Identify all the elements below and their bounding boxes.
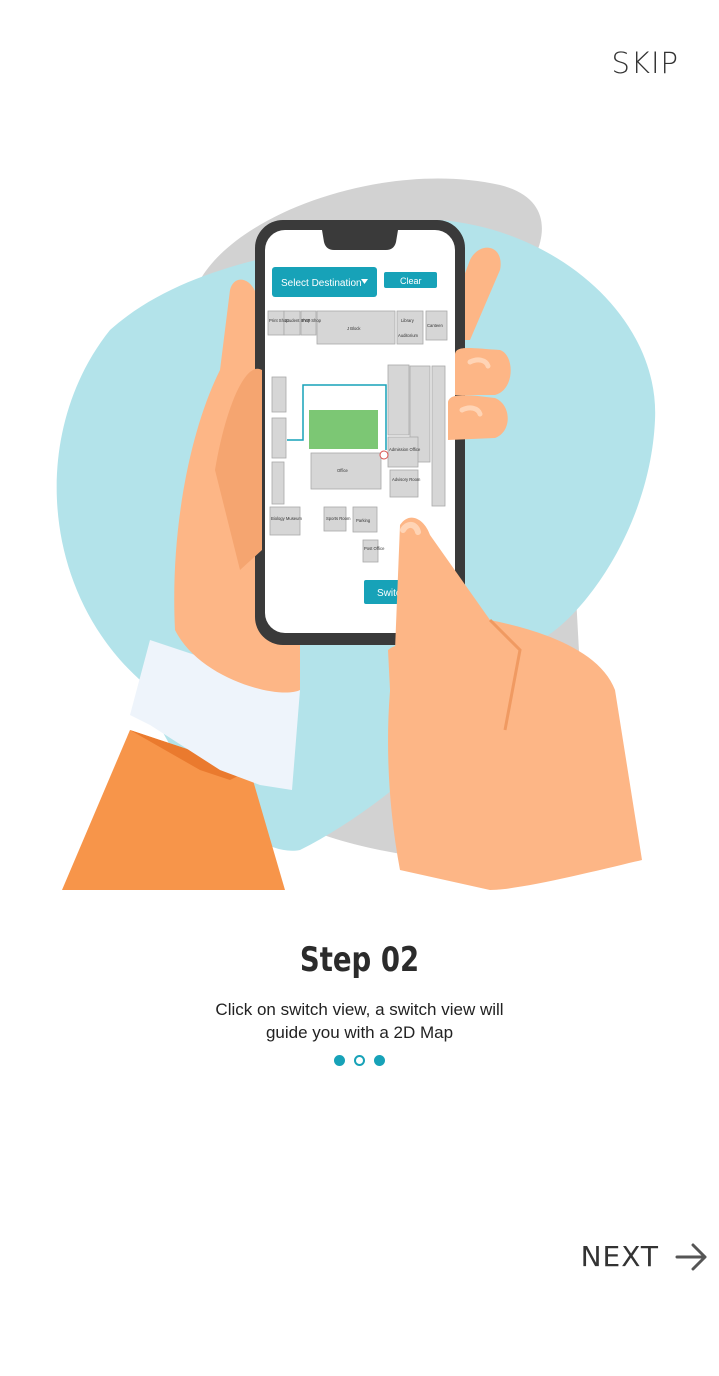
skip-button[interactable]: SKIP <box>612 46 679 80</box>
svg-text:Post Office: Post Office <box>364 546 385 551</box>
svg-text:Auditorium: Auditorium <box>398 333 419 338</box>
phone-notch <box>322 230 398 250</box>
svg-text:Library: Library <box>401 318 415 323</box>
finger-2 <box>448 395 508 440</box>
svg-text:Office: Office <box>337 468 349 473</box>
svg-text:Sports Room: Sports Room <box>326 516 351 521</box>
step-description: Click on switch view, a switch view will… <box>0 998 719 1044</box>
arrow-right-icon <box>675 1242 709 1272</box>
step-description-line-2: guide you with a 2D Map <box>265 1023 454 1042</box>
page-dot-3[interactable] <box>374 1055 385 1066</box>
green-zone <box>309 410 378 449</box>
svg-text:Biology Museum: Biology Museum <box>271 516 302 521</box>
pagination-dots <box>0 1055 719 1066</box>
onboarding-illustration: Select Destination Clear Print Shop Stud… <box>0 170 719 900</box>
select-destination-label: Select Destination <box>281 278 362 289</box>
svg-text:Admission Office: Admission Office <box>389 447 421 452</box>
page-dot-1[interactable] <box>334 1055 345 1066</box>
svg-text:FYP Shop: FYP Shop <box>302 318 322 323</box>
next-label: NEXT <box>580 1240 659 1273</box>
page-dot-2[interactable] <box>354 1055 365 1066</box>
svg-text:J Block: J Block <box>347 326 361 331</box>
svg-text:Parking: Parking <box>356 518 371 523</box>
finger-1 <box>455 347 511 395</box>
clear-label: Clear <box>400 276 422 286</box>
next-button[interactable]: NEXT <box>581 1240 709 1273</box>
step-description-line-1: Click on switch view, a switch view will <box>215 1000 504 1019</box>
svg-text:Canteen: Canteen <box>427 323 444 328</box>
step-title: Step 02 <box>299 940 420 980</box>
svg-text:Advisory Room: Advisory Room <box>392 477 421 482</box>
